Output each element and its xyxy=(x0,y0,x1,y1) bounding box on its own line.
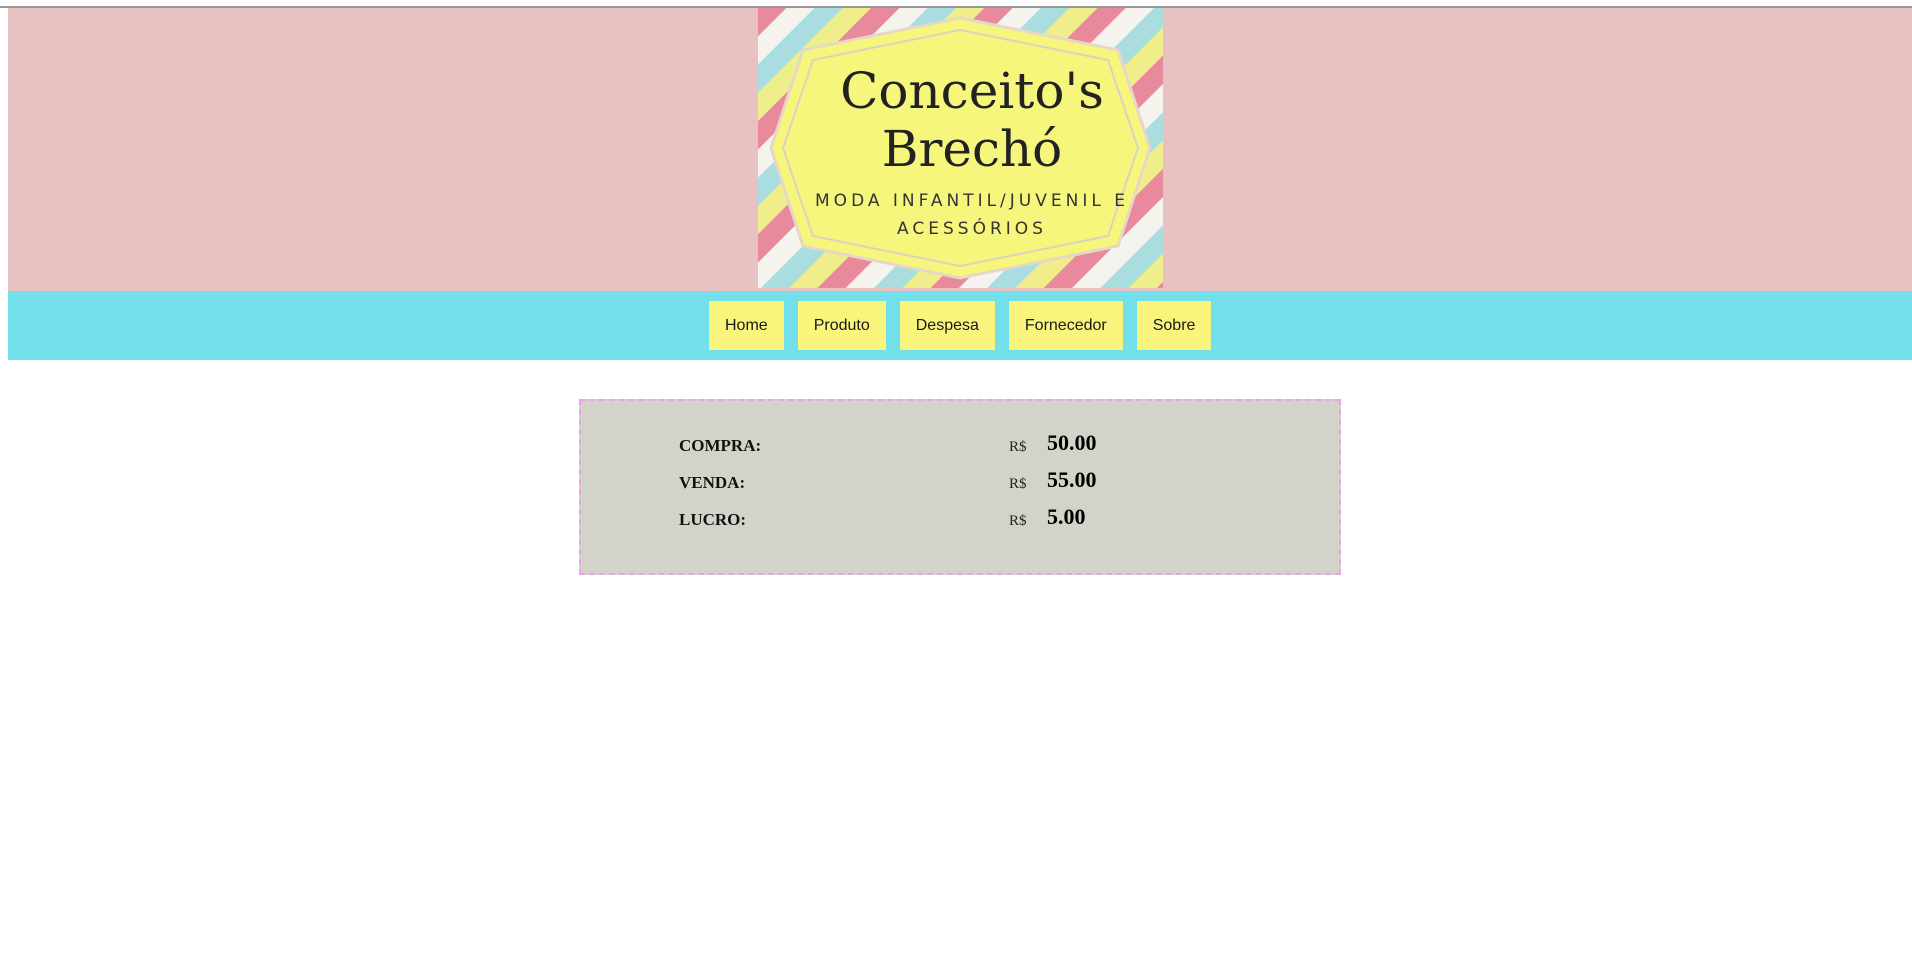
page: Conceito's Brechó MODA INFANTIL/JUVENIL … xyxy=(0,0,1912,974)
nav-item-sobre[interactable]: Sobre xyxy=(1136,301,1212,350)
top-rule xyxy=(0,0,1912,8)
summary-value: 55.00 xyxy=(1047,467,1097,492)
brand-logo: Conceito's Brechó MODA INFANTIL/JUVENIL … xyxy=(758,8,1163,288)
nav-item-produto[interactable]: Produto xyxy=(797,301,886,350)
currency-symbol: R$ xyxy=(1009,439,1027,455)
summary-label: VENDA: xyxy=(679,473,746,492)
nav-list: Home Produto Despesa Fornecedor Sobre xyxy=(709,301,1212,350)
logo-subtitle-line1: MODA INFANTIL/JUVENIL E xyxy=(815,191,1129,211)
logo-title-line2: Brechó xyxy=(882,120,1063,178)
summary-row-venda: VENDA: R$ 55.00 xyxy=(679,467,1279,497)
summary-label: COMPRA: xyxy=(679,436,762,455)
nav-item-home[interactable]: Home xyxy=(709,301,784,350)
summary-label: LUCRO: xyxy=(679,510,747,529)
logo-subtitle-line2: ACESSÓRIOS xyxy=(897,217,1047,239)
logo-title-line1: Conceito's xyxy=(840,62,1104,120)
summary-row-compra: COMPRA: R$ 50.00 xyxy=(679,430,1279,460)
header-banner: Conceito's Brechó MODA INFANTIL/JUVENIL … xyxy=(8,8,1912,291)
summary-row-lucro: LUCRO: R$ 5.00 xyxy=(679,504,1279,534)
main-nav: Home Produto Despesa Fornecedor Sobre xyxy=(8,291,1912,360)
summary-panel: COMPRA: R$ 50.00 VENDA: R$ 55.00 LUCRO: … xyxy=(579,399,1341,575)
summary-value: 5.00 xyxy=(1047,504,1086,529)
summary-value: 50.00 xyxy=(1047,430,1097,455)
nav-item-despesa[interactable]: Despesa xyxy=(899,301,995,350)
currency-symbol: R$ xyxy=(1009,476,1027,492)
currency-symbol: R$ xyxy=(1009,513,1027,529)
nav-item-fornecedor[interactable]: Fornecedor xyxy=(1008,301,1123,350)
